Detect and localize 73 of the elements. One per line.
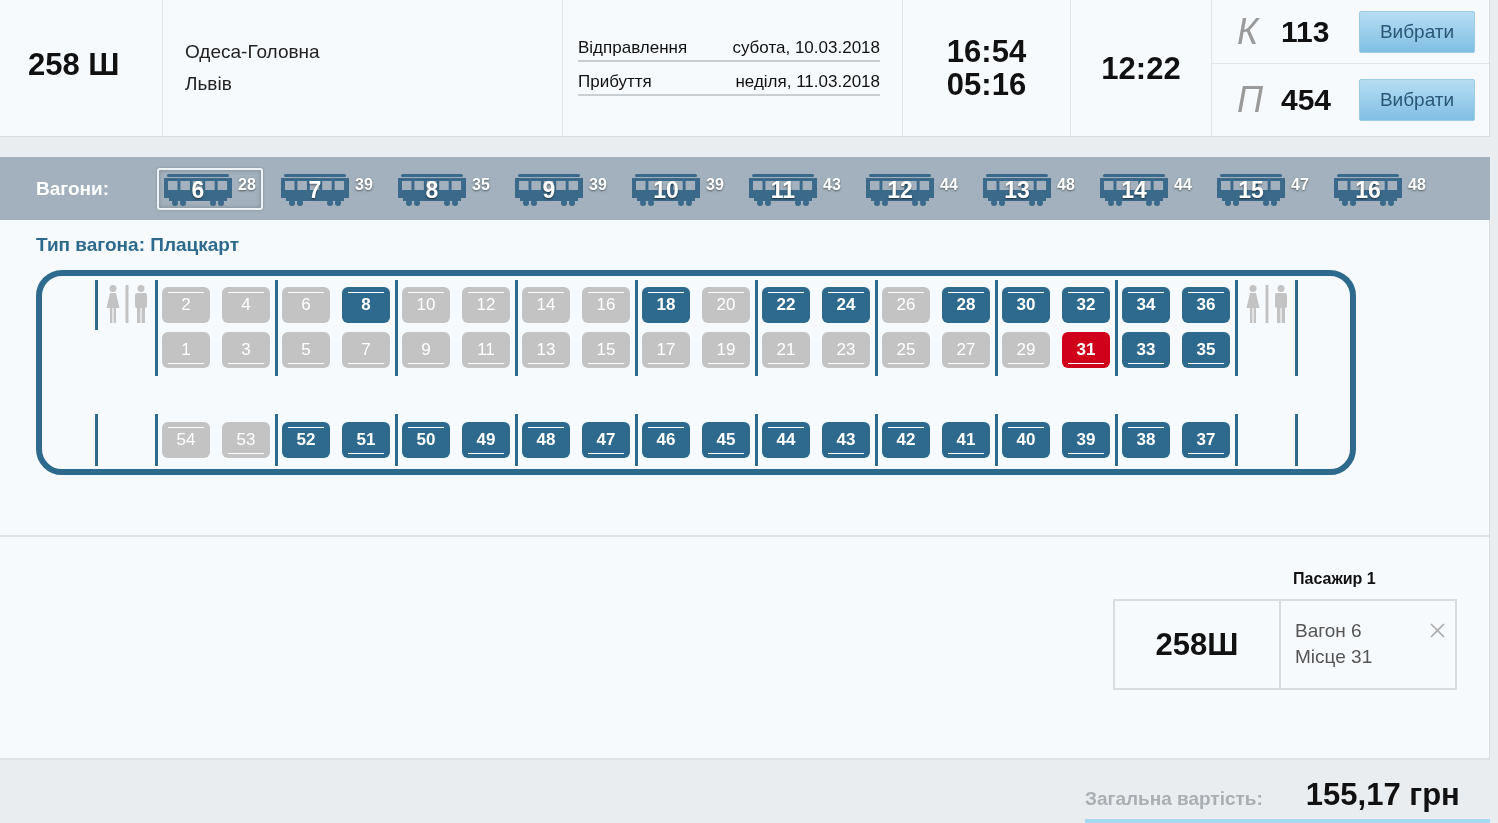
- train-car-icon: [632, 173, 700, 206]
- seat[interactable]: 39: [1062, 422, 1110, 458]
- seat[interactable]: 24: [822, 287, 870, 323]
- seat[interactable]: 37: [1182, 422, 1230, 458]
- seat[interactable]: 41: [942, 422, 990, 458]
- train-car-icon: [1217, 173, 1285, 206]
- passenger-title: Пасажир 1: [1293, 569, 1376, 589]
- departure-station: Одеса-Головна: [185, 40, 320, 64]
- seat[interactable]: 40: [1002, 422, 1050, 458]
- schedule-label: Прибуття: [578, 72, 652, 92]
- seat[interactable]: 48: [522, 422, 570, 458]
- wagon-tab[interactable]: 15 47: [1210, 167, 1316, 210]
- seat[interactable]: 18: [642, 287, 690, 323]
- schedule-date: неділя, 11.03.2018: [735, 72, 880, 92]
- seat[interactable]: 46: [642, 422, 690, 458]
- wagon-tab[interactable]: 12 44: [859, 167, 965, 210]
- seat[interactable]: 32: [1062, 287, 1110, 323]
- seat[interactable]: 38: [1122, 422, 1170, 458]
- train-number: 258 Ш: [28, 47, 120, 83]
- ticket-train-number: 258Ш: [1115, 601, 1281, 688]
- restroom-icon: [105, 285, 148, 323]
- train-car-icon: [281, 173, 349, 206]
- train-car-icon: [866, 173, 934, 206]
- seat[interactable]: 22: [762, 287, 810, 323]
- class-code: К: [1237, 10, 1261, 53]
- seat[interactable]: 45: [702, 422, 750, 458]
- car-type: Тип вагона: Плацкарт: [36, 234, 240, 256]
- wagon-tab[interactable]: 14 44: [1093, 167, 1199, 210]
- seat[interactable]: 31: [1062, 332, 1110, 368]
- total-amount: 155,17 грн: [1305, 777, 1460, 813]
- seat[interactable]: 30: [1002, 287, 1050, 323]
- seat[interactable]: 34: [1122, 287, 1170, 323]
- wagon-tab[interactable]: 13 48: [976, 167, 1082, 210]
- seat[interactable]: 33: [1122, 332, 1170, 368]
- train-car-icon: [515, 173, 583, 206]
- ticket-wagon: Вагон 6: [1295, 619, 1362, 643]
- class-seat-count: 113: [1281, 14, 1330, 49]
- choose-button[interactable]: Вибрати: [1359, 79, 1475, 121]
- seat[interactable]: 47: [582, 422, 630, 458]
- wagon-tab[interactable]: 10 39: [625, 167, 731, 210]
- arrival-station: Львів: [185, 72, 232, 96]
- seat[interactable]: 51: [342, 422, 390, 458]
- class-code: П: [1237, 79, 1265, 121]
- time: 16:54: [946, 35, 1027, 68]
- wagons-label: Вагони:: [36, 177, 111, 200]
- seat[interactable]: 43: [822, 422, 870, 458]
- train-car-icon: [1100, 173, 1168, 206]
- schedule-label: Відправлення: [578, 38, 688, 58]
- ticket-seat: Місце 31: [1295, 644, 1373, 670]
- seat[interactable]: 28: [942, 287, 990, 323]
- train-car-icon: [983, 173, 1051, 206]
- seat[interactable]: 52: [282, 422, 330, 458]
- train-car-icon: [164, 173, 232, 206]
- seat[interactable]: 49: [462, 422, 510, 458]
- seat[interactable]: 44: [762, 422, 810, 458]
- close-icon[interactable]: [1430, 623, 1445, 638]
- schedule-date: субота, 10.03.2018: [732, 38, 880, 58]
- choose-button[interactable]: Вибрати: [1359, 10, 1475, 53]
- total-label: Загальна вартість:: [1085, 788, 1263, 810]
- seat[interactable]: 36: [1182, 287, 1230, 323]
- seat[interactable]: 35: [1182, 332, 1230, 368]
- class-seat-count: 454: [1281, 83, 1332, 117]
- wagon-tab[interactable]: 11 43: [742, 167, 848, 210]
- seat[interactable]: 50: [402, 422, 450, 458]
- train-car-icon: [398, 173, 466, 206]
- train-car-icon: [1334, 173, 1402, 206]
- travel-duration: 12:22: [1101, 51, 1181, 85]
- seat[interactable]: 42: [882, 422, 930, 458]
- seat[interactable]: 8: [342, 287, 390, 323]
- train-car-icon: [749, 173, 817, 206]
- wagon-tab[interactable]: 16 48: [1327, 167, 1433, 210]
- restroom-icon: [1245, 285, 1288, 323]
- time: 05:16: [946, 68, 1027, 101]
